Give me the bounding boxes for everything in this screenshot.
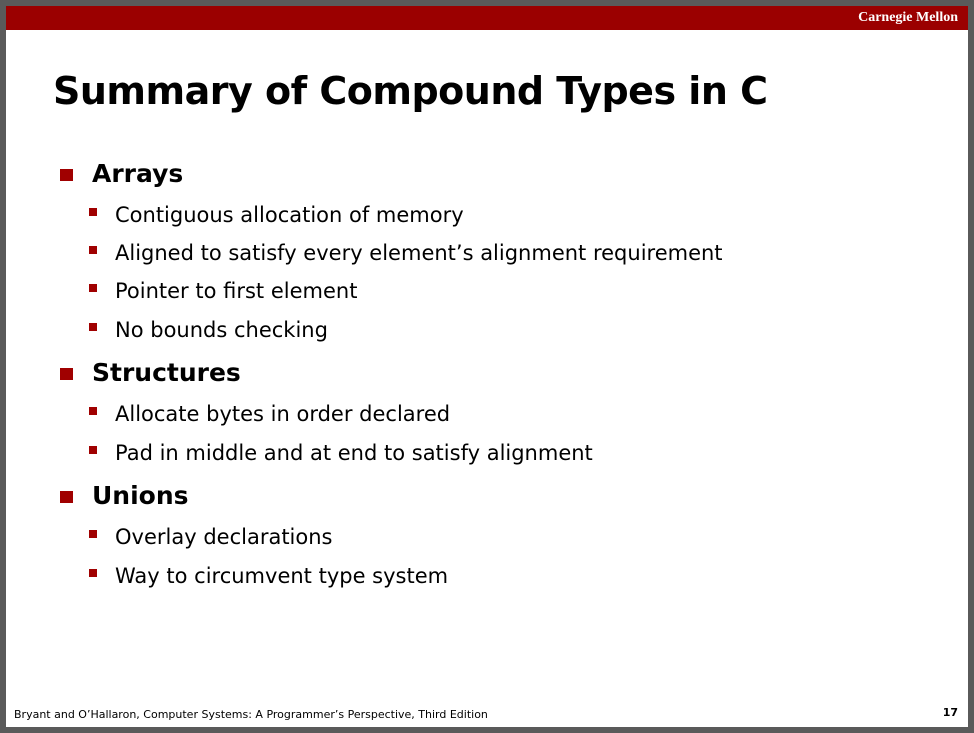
list-item: Way to circumvent type system <box>115 564 449 588</box>
square-bullet-icon <box>89 246 97 254</box>
square-bullet-icon <box>89 446 97 454</box>
viewer-frame: Carnegie Mellon Summary of Compound Type… <box>0 0 974 733</box>
list-item: Contiguous allocation of memory <box>115 203 464 227</box>
slide-title: Summary of Compound Types in C <box>53 69 768 113</box>
square-bullet-icon <box>60 491 73 503</box>
list-item: Pointer to first element <box>115 279 358 303</box>
square-bullet-icon <box>89 530 97 538</box>
list-item: Overlay declarations <box>115 525 333 549</box>
section-title-arrays: Arrays <box>92 159 184 188</box>
square-bullet-icon <box>89 323 97 331</box>
list-item: Allocate bytes in order declared <box>115 402 451 426</box>
page-number: 17 <box>942 706 958 719</box>
square-bullet-icon <box>89 208 97 216</box>
list-item: No bounds checking <box>115 318 328 342</box>
header-bar: Carnegie Mellon <box>6 6 968 30</box>
list-item: Pad in middle and at end to satisfy alig… <box>115 441 593 465</box>
section-title-unions: Unions <box>92 481 189 510</box>
footer-citation: Bryant and O’Hallaron, Computer Systems:… <box>14 708 488 721</box>
square-bullet-icon <box>60 368 73 380</box>
square-bullet-icon <box>89 569 97 577</box>
list-item: Aligned to satisfy every element’s align… <box>115 241 723 265</box>
slide: Carnegie Mellon Summary of Compound Type… <box>6 6 968 727</box>
square-bullet-icon <box>60 169 73 181</box>
square-bullet-icon <box>89 407 97 415</box>
section-title-structures: Structures <box>92 358 241 387</box>
square-bullet-icon <box>89 284 97 292</box>
brand-name: Carnegie Mellon <box>858 10 958 25</box>
